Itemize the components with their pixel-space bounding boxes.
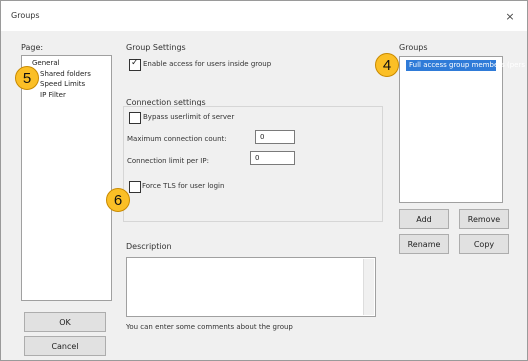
callout-badge-6: 6	[106, 188, 130, 212]
bypass-checkbox[interactable]	[129, 112, 141, 124]
max-conn-field[interactable]: 0	[255, 130, 295, 144]
page-tree[interactable]: General Shared folders Speed Limits IP F…	[21, 55, 112, 301]
title-bar: Groups ×	[1, 1, 527, 31]
max-conn-label: Maximum connection count:	[127, 135, 227, 143]
groups-list-selected-text: Full access group members (pers	[409, 61, 526, 69]
description-scrollbar[interactable]	[363, 259, 374, 315]
groups-list[interactable]	[399, 56, 503, 203]
description-title: Description	[126, 242, 172, 251]
window-title: Groups	[11, 11, 40, 20]
page-label: Page:	[21, 43, 44, 52]
force-tls-checkbox[interactable]	[129, 181, 141, 193]
cancel-button[interactable]: Cancel	[24, 336, 106, 356]
close-icon[interactable]: ×	[493, 1, 527, 31]
copy-button[interactable]: Copy	[459, 234, 509, 254]
ok-button[interactable]: OK	[24, 312, 106, 332]
callout-badge-5: 5	[15, 66, 39, 90]
tree-item-ip-filter[interactable]: IP Filter	[40, 91, 66, 99]
groups-title: Groups	[399, 43, 428, 52]
callout-badge-4: 4	[375, 53, 399, 77]
conn-limit-label: Connection limit per IP:	[127, 157, 209, 165]
tree-item-speed-limits[interactable]: Speed Limits	[40, 80, 85, 88]
remove-button[interactable]: Remove	[459, 209, 509, 229]
description-hint: You can enter some comments about the gr…	[126, 323, 293, 331]
enable-access-checkbox[interactable]	[129, 58, 141, 71]
bypass-label: Bypass userlimit of server	[143, 113, 235, 121]
tree-item-shared-folders[interactable]: Shared folders	[40, 70, 91, 78]
force-tls-label: Force TLS for user login	[142, 182, 225, 190]
conn-limit-field[interactable]: 0	[250, 151, 295, 165]
description-textarea[interactable]	[126, 257, 376, 317]
rename-button[interactable]: Rename	[399, 234, 449, 254]
groups-dialog: Groups × Page: General Shared folders Sp…	[0, 0, 528, 361]
add-button[interactable]: Add	[399, 209, 449, 229]
tree-item-general[interactable]: General	[32, 59, 60, 67]
group-settings-title: Group Settings	[126, 43, 186, 52]
enable-access-label: Enable access for users inside group	[143, 60, 272, 68]
